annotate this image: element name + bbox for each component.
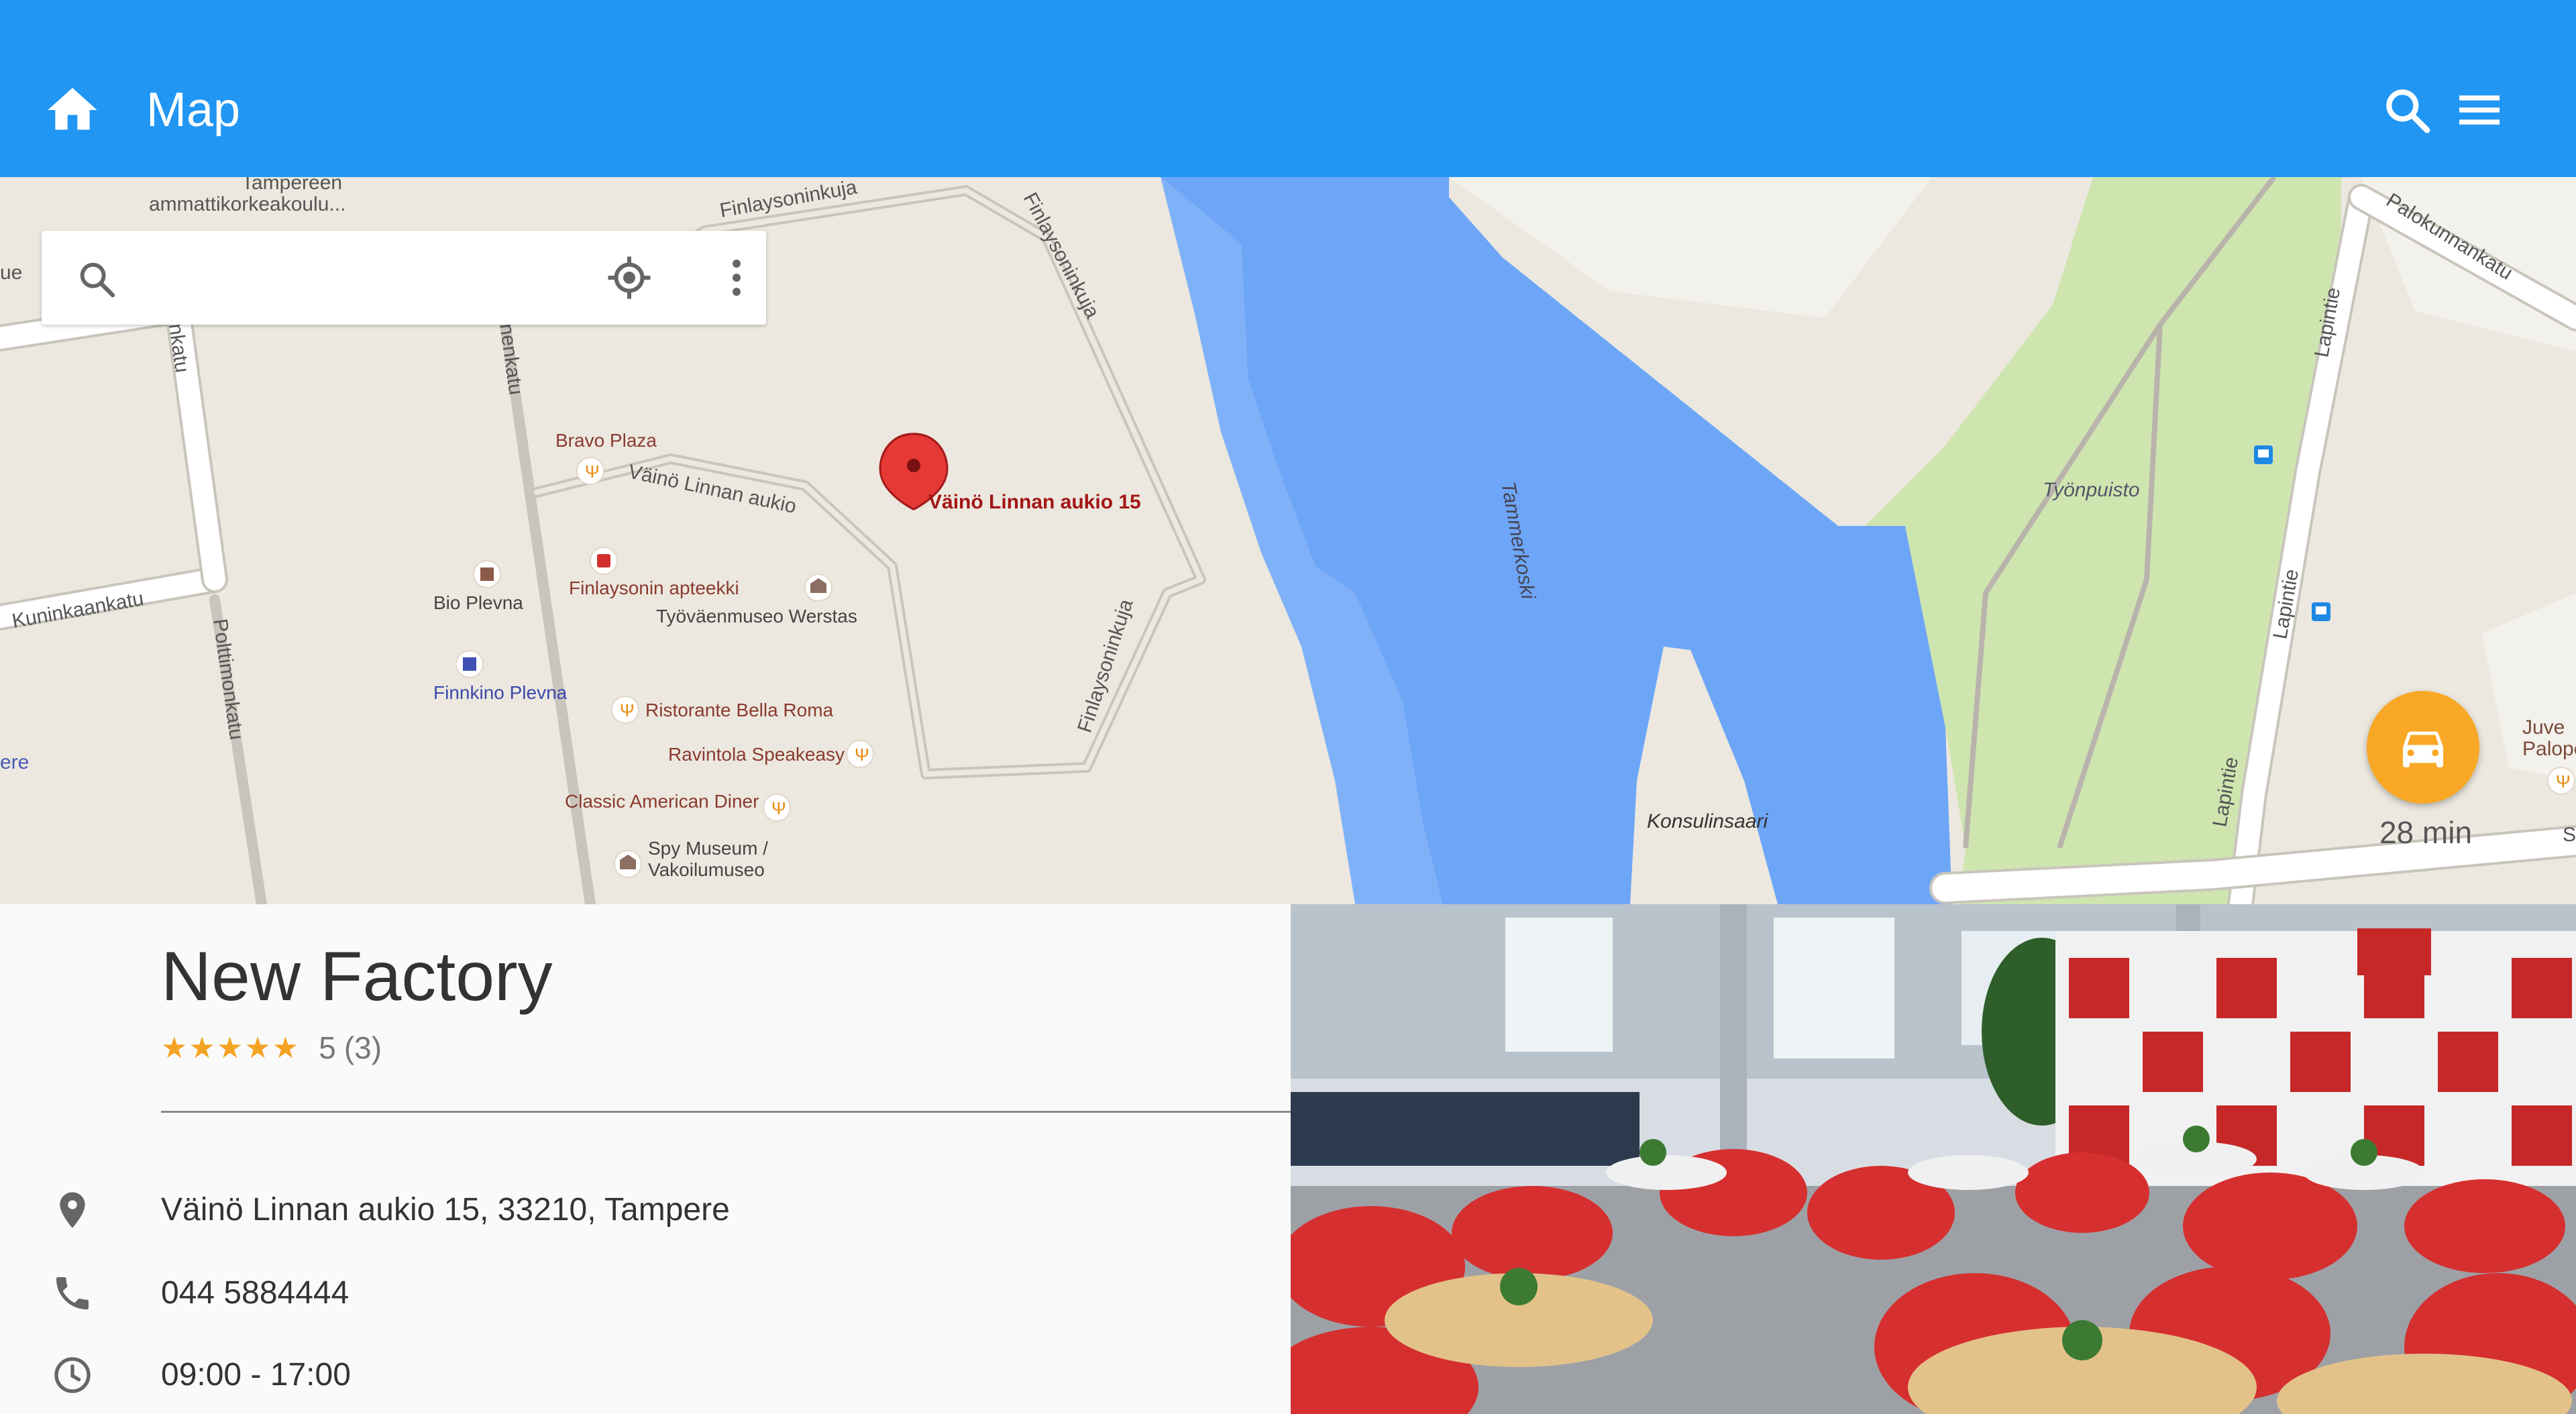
cafe-interior-illustration bbox=[1291, 904, 2576, 1414]
poi-label: Finlaysonin apteekki bbox=[569, 578, 739, 598]
bus-stop-icon bbox=[2312, 602, 2330, 621]
poi-label: Finnkino Plevna bbox=[433, 682, 568, 703]
edge-label: Palope bbox=[2522, 738, 2576, 760]
poi-label: Ristorante Bella Roma bbox=[645, 700, 834, 720]
island-label: Konsulinsaari bbox=[1647, 810, 1768, 832]
edge-label: ere bbox=[0, 751, 29, 773]
clock-icon bbox=[54, 1357, 91, 1393]
svg-text:Ψ: Ψ bbox=[620, 700, 635, 720]
home-icon bbox=[48, 88, 97, 130]
map-search-input[interactable] bbox=[142, 251, 614, 306]
edge-label: Juve bbox=[2522, 716, 2565, 739]
poi-ristorante-bella-roma[interactable]: Ψ Ristorante Bella Roma bbox=[611, 696, 834, 724]
address-text: Väinö Linnan aukio 15, 33210, Tampere bbox=[161, 1192, 730, 1228]
home-button[interactable] bbox=[43, 80, 102, 140]
phone-icon bbox=[56, 1277, 89, 1309]
poi-ravintola-speakeasy[interactable]: Ravintola Speakeasy Ψ bbox=[668, 740, 874, 768]
poi-label: Työväenmuseo Werstas bbox=[656, 606, 857, 627]
edge-label: ue bbox=[0, 262, 22, 284]
phone-text: 044 5884444 bbox=[161, 1275, 350, 1311]
rating-row: ★★★★★ 5 (3) bbox=[161, 1028, 382, 1068]
menu-icon bbox=[2459, 95, 2500, 125]
map-view[interactable]: Finlaysoninkuja Finlaysoninkuja Finlayso… bbox=[0, 177, 2576, 904]
poi-right-restaurant[interactable]: Ψ bbox=[2547, 767, 2575, 795]
divider bbox=[161, 1111, 1291, 1113]
poi-label: Bio Plevna bbox=[433, 592, 523, 613]
map-search-bar[interactable] bbox=[42, 231, 766, 325]
address-row[interactable]: Väinö Linnan aukio 15, 33210, Tampere bbox=[0, 1175, 1291, 1242]
svg-text:Ψ: Ψ bbox=[771, 798, 786, 818]
rating-stars: ★★★★★ bbox=[161, 1031, 301, 1065]
poi-label: Vakoilumuseo bbox=[648, 859, 765, 880]
svg-text:Ψ: Ψ bbox=[585, 461, 600, 482]
poi-label: ammattikorkeakoulu... bbox=[149, 193, 345, 215]
search-icon bbox=[2386, 89, 2430, 133]
edge-label: S bbox=[2563, 824, 2576, 846]
poi-label: Tampereen bbox=[241, 177, 342, 194]
hours-row: 09:00 - 17:00 bbox=[0, 1340, 1291, 1407]
car-icon bbox=[2403, 731, 2443, 767]
park-label: Työnpuisto bbox=[2043, 479, 2140, 501]
poi-label: Classic American Diner bbox=[565, 791, 759, 812]
poi-label: Ravintola Speakeasy bbox=[668, 744, 845, 765]
place-icon bbox=[60, 1192, 85, 1228]
rating-score: 5 bbox=[319, 1030, 336, 1065]
place-photo[interactable] bbox=[1291, 904, 2576, 1414]
menu-button[interactable] bbox=[2453, 83, 2506, 137]
drive-time-label: 28 min bbox=[2379, 815, 2473, 850]
more-vert-icon[interactable] bbox=[712, 254, 761, 302]
search-icon[interactable] bbox=[75, 258, 118, 301]
marker-label: Väinö Linnan aukio 15 bbox=[928, 491, 1141, 513]
poi-label: Bravo Plaza bbox=[555, 430, 657, 451]
app-title: Map bbox=[146, 83, 241, 137]
hours-text: 09:00 - 17:00 bbox=[161, 1357, 351, 1393]
svg-text:Ψ: Ψ bbox=[855, 745, 869, 765]
svg-text:Ψ: Ψ bbox=[2556, 771, 2571, 792]
my-location-icon[interactable] bbox=[605, 254, 653, 302]
drive-directions-button[interactable] bbox=[2367, 691, 2479, 804]
bus-stop-icon bbox=[2254, 445, 2273, 464]
place-name: New Factory bbox=[161, 938, 553, 1016]
app-bar: Map bbox=[0, 0, 2576, 177]
phone-row[interactable]: 044 5884444 bbox=[0, 1258, 1291, 1325]
review-count: (3) bbox=[343, 1030, 382, 1065]
search-button[interactable] bbox=[2380, 83, 2434, 137]
place-details-panel: New Factory ★★★★★ 5 (3) Väinö Linnan auk… bbox=[0, 904, 1291, 1414]
poi-label: Spy Museum / bbox=[648, 838, 768, 859]
